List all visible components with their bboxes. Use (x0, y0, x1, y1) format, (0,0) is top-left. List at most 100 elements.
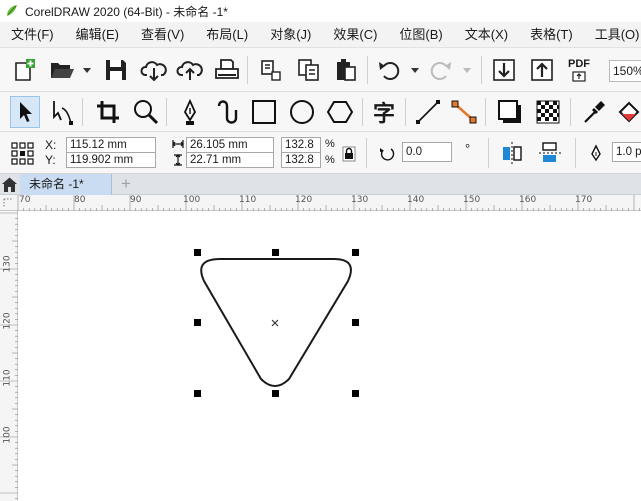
save-button[interactable] (102, 55, 130, 85)
eyedropper-tool-button[interactable] (580, 97, 608, 127)
open-dropdown-arrow[interactable] (82, 65, 92, 75)
height-field[interactable]: 22.71 mm (186, 152, 274, 168)
lock-ratio-button[interactable] (339, 144, 359, 164)
y-position-field[interactable]: 119.902 mm (66, 152, 156, 168)
reference-point-button[interactable] (8, 138, 36, 168)
selection-handle-top-left[interactable] (194, 249, 201, 256)
property-bar: X: Y: 115.12 mm 119.902 mm 26.105 mm 22.… (0, 132, 641, 174)
pdf-label: PDF (568, 58, 590, 70)
chevron-down-icon (83, 67, 91, 73)
outline-pen-button[interactable] (584, 139, 608, 169)
toolbox: 字 (0, 92, 641, 132)
outline-width-field[interactable]: 1.0 p (612, 142, 641, 162)
toolbar-separator (362, 98, 363, 126)
scale-y-percent: % (325, 154, 335, 166)
pen-tool-button[interactable] (176, 97, 204, 127)
selection-handle-middle-left[interactable] (194, 319, 201, 326)
drawing-canvas[interactable] (18, 211, 641, 501)
width-field[interactable]: 26.105 mm (186, 137, 274, 153)
selection-handle-middle-right[interactable] (352, 319, 359, 326)
selection-handle-bottom-center[interactable] (272, 390, 279, 397)
shape-tool-button[interactable] (48, 97, 76, 127)
import-button[interactable] (257, 55, 285, 85)
window-title: CorelDRAW 2020 (64-Bit) - 未命名 -1* (25, 4, 228, 19)
connector-tool-button[interactable] (450, 97, 478, 127)
menu-bar: 文件(F) 编辑(E) 查看(V) 布局(L) 对象(J) 效果(C) 位图(B… (0, 22, 641, 48)
redo-button[interactable] (426, 55, 454, 85)
horizontal-ruler[interactable]: 70 80 90 100 110 120 130 140 150 160 170 (0, 195, 641, 211)
add-tab-button[interactable]: + (118, 175, 134, 192)
rectangle-tool-button[interactable] (250, 97, 278, 127)
crop-icon (97, 101, 119, 123)
ruler-tick-label: 110 (239, 195, 257, 205)
selection-handle-top-center[interactable] (272, 249, 279, 256)
zoom-tool-button[interactable] (132, 97, 160, 127)
mirror-vertical-icon (539, 142, 562, 162)
export-arrow-button[interactable] (528, 55, 556, 85)
menu-tools[interactable]: 工具(O) (584, 22, 641, 48)
hexagon-icon (326, 101, 354, 123)
menu-effects[interactable]: 效果(C) (322, 22, 388, 48)
degree-symbol: ° (465, 141, 471, 156)
height-arrow-icon (174, 154, 182, 166)
export-button[interactable] (295, 55, 323, 85)
text-tool-button[interactable]: 字 (370, 97, 398, 127)
redo-dropdown-arrow[interactable] (462, 65, 472, 75)
home-icon[interactable] (1, 176, 18, 193)
selection-handle-bottom-left[interactable] (194, 390, 201, 397)
line-tool-button[interactable] (414, 97, 442, 127)
open-button[interactable] (48, 55, 76, 85)
arrow-down-box-icon (493, 59, 515, 81)
polygon-tool-button[interactable] (326, 97, 354, 127)
import-arrow-button[interactable] (490, 55, 518, 85)
undo-button[interactable] (376, 55, 404, 85)
x-position-field[interactable]: 115.12 mm (66, 137, 156, 153)
menu-bitmaps[interactable]: 位图(B) (388, 22, 453, 48)
zoom-level-field[interactable]: 150% (609, 60, 641, 82)
clipboard-button[interactable] (332, 55, 360, 85)
menu-file[interactable]: 文件(F) (0, 22, 65, 48)
document-tab[interactable]: 未命名 -1* (20, 174, 112, 195)
menu-edit[interactable]: 编辑(E) (65, 22, 130, 48)
standard-toolbar: PDF 150% (0, 48, 641, 92)
cloud-download-button[interactable] (140, 55, 168, 85)
selection-handle-top-right[interactable] (352, 249, 359, 256)
export-icon (298, 59, 319, 81)
selection-handle-bottom-right[interactable] (352, 390, 359, 397)
vertical-ruler[interactable]: 130 120 110 100 (0, 211, 18, 501)
width-arrow-icon (172, 140, 184, 148)
artistic-media-tool-button[interactable] (214, 97, 242, 127)
connector-icon (451, 100, 477, 124)
drop-shadow-tool-button[interactable] (496, 97, 524, 127)
chevron-down-icon (463, 67, 471, 73)
shape-node-icon (53, 101, 73, 125)
menu-layout[interactable]: 布局(L) (195, 22, 259, 48)
scale-x-field[interactable]: 132.8 (281, 137, 321, 153)
diagonal-line-icon (416, 100, 440, 124)
scale-y-field[interactable]: 132.8 (281, 152, 321, 168)
mirror-vertical-button[interactable] (536, 138, 564, 168)
fill-tool-button[interactable] (616, 97, 641, 127)
undo-dropdown-arrow[interactable] (410, 65, 420, 75)
print-button[interactable] (213, 55, 241, 85)
new-document-button[interactable] (10, 55, 38, 85)
cloud-upload-button[interactable] (176, 55, 204, 85)
pick-tool-button[interactable] (10, 96, 40, 128)
transparency-tool-button[interactable] (534, 97, 562, 127)
menu-view[interactable]: 查看(V) (130, 22, 195, 48)
publish-pdf-button[interactable]: PDF (565, 55, 593, 85)
paint-bucket-icon (618, 101, 640, 123)
menu-table[interactable]: 表格(T) (519, 22, 584, 48)
crop-tool-button[interactable] (94, 97, 122, 127)
pdf-arrow-icon (572, 71, 586, 82)
rectangle-icon (252, 100, 276, 124)
rotation-angle-field[interactable]: 0.0 (402, 142, 452, 162)
cloud-upload-icon (176, 61, 203, 80)
mirror-horizontal-button[interactable] (498, 138, 526, 168)
menu-object[interactable]: 对象(J) (259, 22, 322, 48)
new-document-icon (15, 59, 35, 81)
menu-text[interactable]: 文本(X) (454, 22, 519, 48)
pointer-arrow-icon (20, 102, 32, 122)
ellipse-tool-button[interactable] (288, 97, 316, 127)
chevron-down-icon (411, 67, 419, 73)
